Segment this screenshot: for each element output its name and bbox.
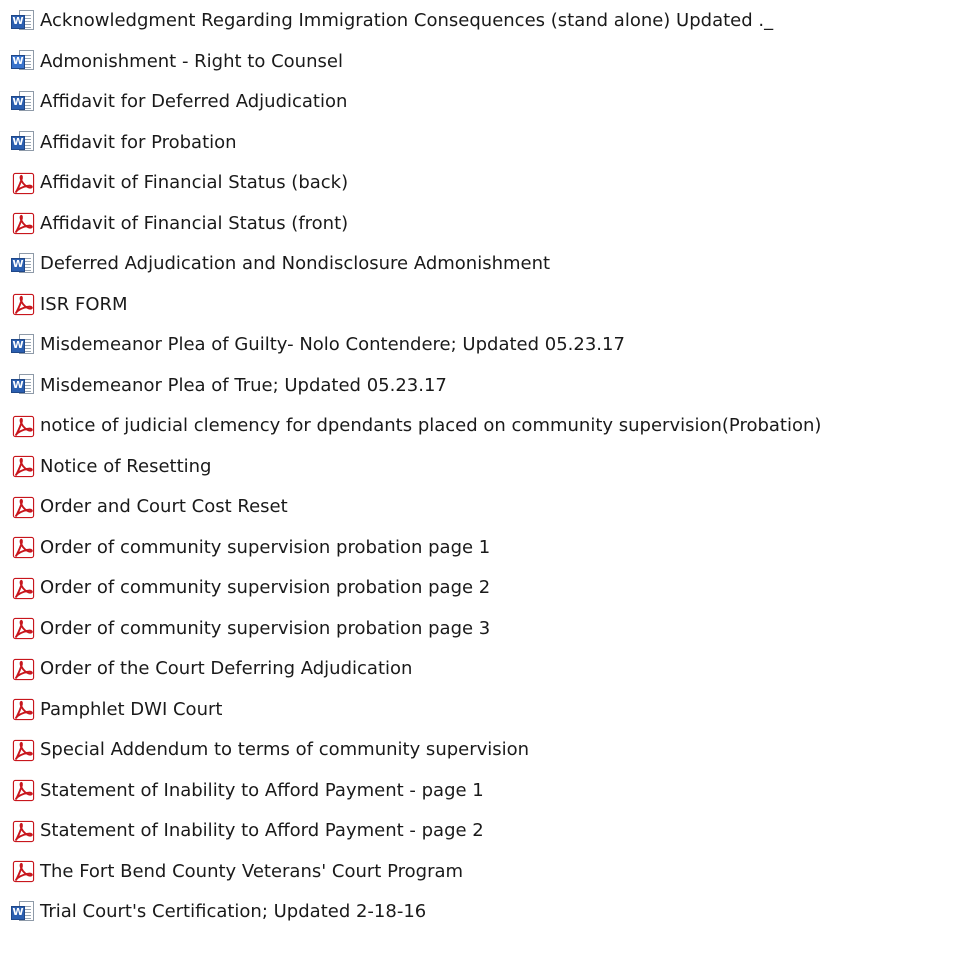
- pdf-document-icon: [10, 170, 36, 196]
- file-name-label: ISR FORM: [40, 293, 128, 315]
- file-list-item[interactable]: W Deferred Adjudication and Nondisclosure…: [0, 246, 977, 281]
- pdf-document-icon: [10, 534, 36, 560]
- file-name-label: Affidavit for Probation: [40, 131, 237, 153]
- file-name-label: Order of community supervision probation…: [40, 617, 491, 639]
- word-document-icon: W: [10, 372, 36, 398]
- file-name-label: Acknowledgment Regarding Immigration Con…: [40, 10, 774, 31]
- pdf-document-icon: [10, 737, 36, 763]
- file-name-label: Misdemeanor Plea of True; Updated 05.23.…: [40, 374, 447, 396]
- file-name-label: Order of the Court Deferring Adjudicatio…: [40, 658, 413, 679]
- file-name-label: Misdemeanor Plea of Guilty- Nolo Contend…: [40, 334, 625, 355]
- file-list-item[interactable]: Order of community supervision probation…: [0, 570, 977, 605]
- file-list-item[interactable]: Order of community supervision probation…: [0, 611, 977, 646]
- file-name-label: notice of judicial clemency for dpendant…: [40, 415, 822, 436]
- file-list-item[interactable]: Order of community supervision probation…: [0, 530, 977, 565]
- word-document-icon: W: [10, 89, 36, 115]
- file-list-item[interactable]: W Admonishment - Right to Counsel: [0, 44, 977, 79]
- file-name-label: Special Addendum to terms of community s…: [40, 739, 530, 760]
- file-list-item[interactable]: W Acknowledgment Regarding Immigration Co…: [0, 3, 977, 38]
- word-document-icon: W: [10, 129, 36, 155]
- file-name-label: Admonishment - Right to Counsel: [40, 50, 343, 72]
- file-name-label: Order of community supervision probation…: [40, 536, 491, 558]
- word-document-icon: W: [10, 251, 36, 277]
- pdf-document-icon: [10, 291, 36, 317]
- file-list-item[interactable]: W Affidavit for Probation: [0, 125, 977, 160]
- word-document-icon: W: [10, 332, 36, 358]
- file-list-item[interactable]: ISR FORM: [0, 287, 977, 322]
- file-list-item[interactable]: Special Addendum to terms of community s…: [0, 732, 977, 767]
- file-name-label: Notice of Resetting: [40, 455, 212, 477]
- file-name-label: Statement of Inability to Afford Payment…: [40, 820, 484, 841]
- file-list-item[interactable]: W Misdemeanor Plea of True; Updated 05.23…: [0, 368, 977, 403]
- pdf-document-icon: [10, 453, 36, 479]
- file-name-label: Affidavit for Deferred Adjudication: [40, 91, 348, 112]
- pdf-document-icon: [10, 413, 36, 439]
- word-document-icon: W: [10, 8, 36, 34]
- file-list-item[interactable]: Statement of Inability to Afford Payment…: [0, 813, 977, 848]
- pdf-document-icon: [10, 777, 36, 803]
- pdf-document-icon: [10, 210, 36, 236]
- file-name-label: Order of community supervision probation…: [40, 577, 491, 598]
- file-list-item[interactable]: Statement of Inability to Afford Payment…: [0, 773, 977, 808]
- word-document-icon: W: [10, 48, 36, 74]
- file-list-item[interactable]: W Misdemeanor Plea of Guilty- Nolo Conten…: [0, 327, 977, 362]
- pdf-document-icon: [10, 656, 36, 682]
- pdf-document-icon: [10, 494, 36, 520]
- file-list: W Acknowledgment Regarding Immigration Co…: [0, 0, 977, 961]
- pdf-document-icon: [10, 818, 36, 844]
- file-name-label: The Fort Bend County Veterans' Court Pro…: [40, 860, 464, 882]
- file-name-label: Affidavit of Financial Status (back): [40, 172, 349, 193]
- file-list-item[interactable]: The Fort Bend County Veterans' Court Pro…: [0, 854, 977, 889]
- file-list-item[interactable]: Order and Court Cost Reset: [0, 489, 977, 524]
- file-list-item[interactable]: Order of the Court Deferring Adjudicatio…: [0, 651, 977, 686]
- file-list-item[interactable]: W Trial Court's Certification; Updated 2-…: [0, 894, 977, 929]
- file-list-item[interactable]: Affidavit of Financial Status (front): [0, 206, 977, 241]
- pdf-document-icon: [10, 858, 36, 884]
- file-name-label: Trial Court's Certification; Updated 2-1…: [40, 901, 427, 922]
- file-name-label: Statement of Inability to Afford Payment…: [40, 779, 484, 801]
- file-name-label: Affidavit of Financial Status (front): [40, 212, 349, 234]
- file-list-item[interactable]: Pamphlet DWI Court: [0, 692, 977, 727]
- pdf-document-icon: [10, 615, 36, 641]
- file-list-item[interactable]: W Affidavit for Deferred Adjudication: [0, 84, 977, 119]
- file-list-item[interactable]: notice of judicial clemency for dpendant…: [0, 408, 977, 443]
- file-list-item[interactable]: Notice of Resetting: [0, 449, 977, 484]
- file-name-label: Order and Court Cost Reset: [40, 496, 288, 517]
- word-document-icon: W: [10, 899, 36, 925]
- file-name-label: Pamphlet DWI Court: [40, 698, 223, 720]
- pdf-document-icon: [10, 575, 36, 601]
- file-list-item[interactable]: Affidavit of Financial Status (back): [0, 165, 977, 200]
- pdf-document-icon: [10, 696, 36, 722]
- file-name-label: Deferred Adjudication and Nondisclosure …: [40, 253, 551, 274]
